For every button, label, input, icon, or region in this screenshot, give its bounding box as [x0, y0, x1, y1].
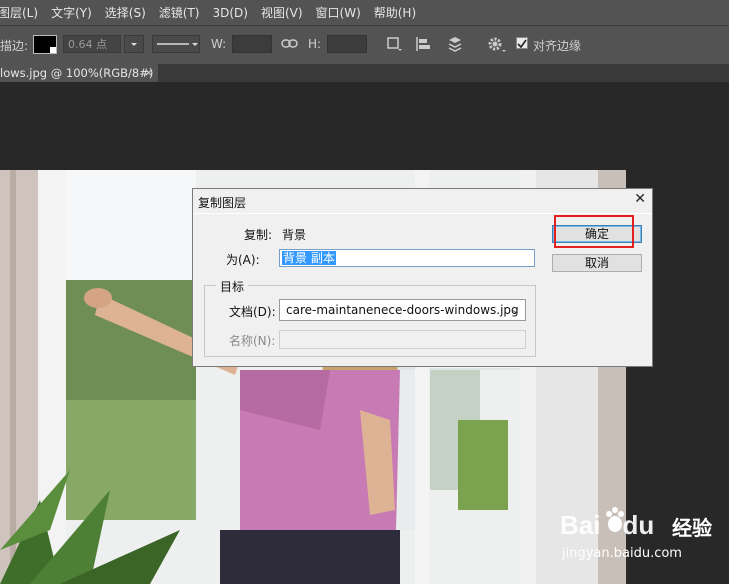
menu-help[interactable]: 帮助(H)	[374, 4, 423, 21]
title-divider	[193, 213, 652, 214]
width-field[interactable]	[232, 35, 272, 53]
document-select[interactable]: care-maintanenece-doors-windows.jpg ⌄	[279, 299, 526, 321]
menu-filter[interactable]: 滤镜(T)	[159, 4, 207, 21]
document-tab-bar: lows.jpg @ 100%(RGB/8#) ×	[0, 64, 729, 82]
checkmark-icon	[517, 39, 527, 49]
menu-select[interactable]: 选择(S)	[105, 4, 153, 21]
copy-label: 复制:	[244, 228, 273, 242]
name-label: 名称(N):	[229, 334, 276, 348]
path-arrangement-icon[interactable]	[445, 36, 465, 54]
paw-icon	[606, 507, 624, 532]
menu-type[interactable]: 文字(Y)	[51, 4, 99, 21]
swatch-corner-icon	[50, 47, 56, 53]
menu-view[interactable]: 视图(V)	[261, 4, 310, 21]
layer-name-selection: 背景 副本	[282, 251, 336, 265]
width-label: W:	[211, 37, 227, 51]
chevron-down-icon: ⌄	[510, 303, 520, 316]
target-group-label: 目标	[216, 278, 249, 295]
watermark-brand: Bai	[560, 510, 601, 540]
close-icon[interactable]: ✕	[634, 191, 646, 207]
stroke-type-dropdown[interactable]	[152, 35, 200, 53]
document-tab-title: lows.jpg @ 100%(RGB/8#)	[0, 66, 154, 80]
highlight-box	[554, 215, 634, 248]
line-style-icon	[157, 43, 198, 46]
watermark-brand-2: du	[622, 510, 655, 540]
target-group: 目标 文档(D): care-maintanenece-doors-window…	[204, 278, 536, 357]
link-icon[interactable]	[281, 38, 299, 50]
menu-bar: 图层(L) 文字(Y) 选择(S) 滤镜(T) 3D(D) 视图(V) 窗口(W…	[0, 0, 729, 25]
align-edges-label: 对齐边缘	[533, 39, 582, 53]
stroke-size-dropdown[interactable]	[124, 35, 144, 53]
menu-3d[interactable]: 3D(D)	[212, 6, 254, 20]
name-field[interactable]	[279, 330, 526, 349]
stroke-size-field[interactable]: 0.64 点	[63, 35, 121, 53]
height-field[interactable]	[327, 35, 367, 53]
options-bar: 描边: 0.64 点 W: H: 对齐边缘	[0, 25, 729, 65]
copy-value: 背景	[282, 228, 307, 242]
dialog-title: 复制图层	[198, 196, 247, 210]
as-label: 为(A):	[226, 253, 260, 267]
height-label: H:	[308, 37, 322, 51]
close-icon[interactable]: ×	[144, 64, 153, 82]
path-alignment-icon[interactable]	[415, 36, 433, 52]
path-operations-icon[interactable]	[386, 36, 402, 52]
document-select-value: care-maintanenece-doors-windows.jpg	[286, 303, 519, 317]
watermark-url: jingyan.baidu.com	[562, 546, 682, 561]
document-tab[interactable]: lows.jpg @ 100%(RGB/8#) ×	[0, 64, 158, 82]
gear-icon[interactable]	[487, 36, 507, 54]
menu-layer[interactable]: 图层(L)	[0, 4, 45, 21]
align-edges-checkbox[interactable]	[516, 37, 528, 49]
chevron-down-icon	[131, 43, 137, 46]
cancel-button[interactable]: 取消	[552, 254, 642, 272]
menu-window[interactable]: 窗口(W)	[316, 4, 368, 21]
document-label: 文档(D):	[229, 305, 276, 319]
stroke-label: 描边:	[0, 39, 29, 53]
layer-name-input[interactable]: 背景 副本	[279, 249, 535, 267]
watermark-cn: 经验	[672, 516, 712, 540]
